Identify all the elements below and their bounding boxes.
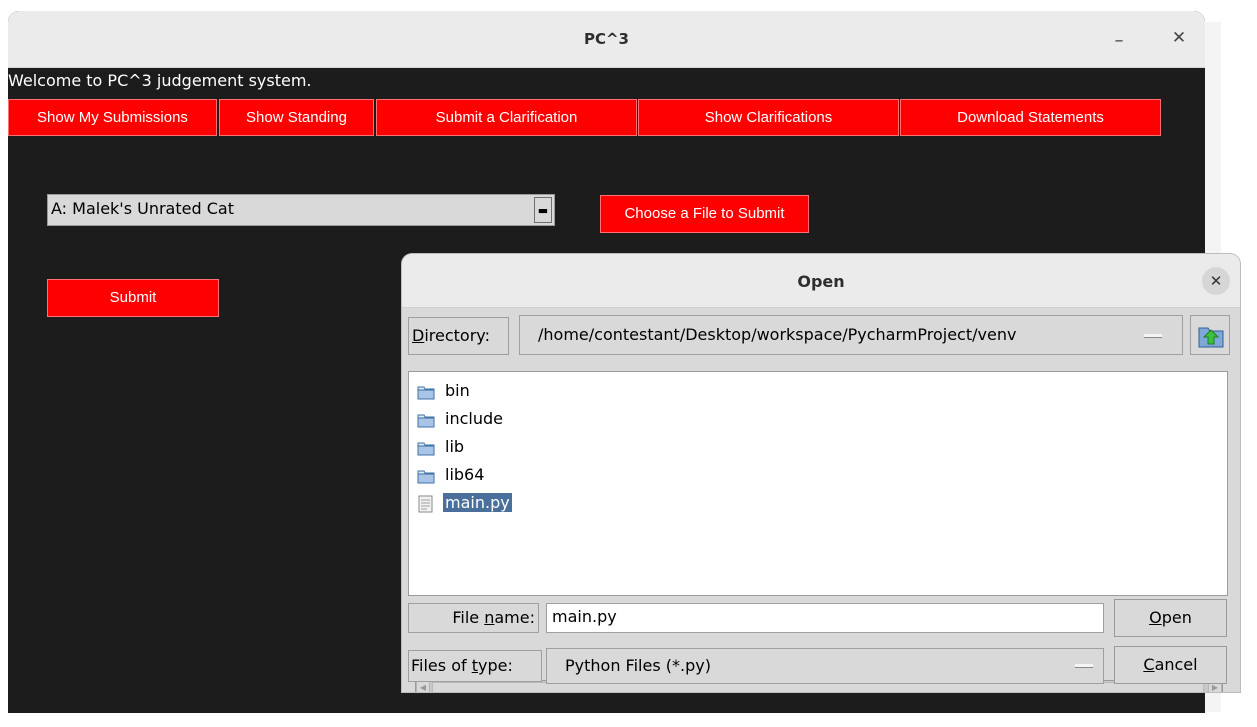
file-name-label: File name:: [408, 603, 539, 633]
files-of-type-label: Files of type:: [408, 650, 542, 682]
minimize-button[interactable]: –: [1108, 27, 1130, 51]
folder-icon: [417, 442, 435, 456]
folder-icon: [417, 414, 435, 428]
file-name: lib: [445, 437, 465, 456]
scroll-left-icon[interactable]: ◀: [416, 681, 430, 692]
folder-icon: [417, 470, 435, 484]
window-title: PC^3: [583, 30, 629, 48]
file-name: include: [445, 409, 503, 428]
cancel-button[interactable]: Cancel: [1114, 646, 1227, 684]
up-directory-button[interactable]: [1190, 315, 1230, 355]
open-file-dialog: Open ✕ Directory: /home/contestant/Deskt…: [402, 254, 1240, 692]
close-button[interactable]: ✕: [1168, 27, 1190, 49]
dropdown-arrow-icon[interactable]: ▬: [534, 197, 552, 223]
directory-select[interactable]: /home/contestant/Desktop/workspace/Pycha…: [519, 315, 1183, 355]
dropdown-indicator-icon: [1075, 664, 1093, 668]
submit-button[interactable]: Submit: [47, 279, 219, 317]
choose-file-button[interactable]: Choose a File to Submit: [600, 195, 809, 233]
directory-label: Directory:: [408, 317, 509, 355]
file-name-input[interactable]: main.py: [546, 603, 1104, 633]
problem-select-value: A: Malek's Unrated Cat: [51, 199, 234, 218]
file-name: bin: [445, 381, 470, 400]
title-bar: PC^3 – ✕: [8, 11, 1205, 68]
file-icon: [418, 495, 433, 513]
directory-value: /home/contestant/Desktop/workspace/Pycha…: [538, 325, 1017, 344]
files-of-type-value: Python Files (*.py): [565, 656, 711, 675]
open-button[interactable]: Open: [1114, 599, 1227, 637]
download-statements-button[interactable]: Download Statements: [900, 99, 1161, 136]
dialog-close-button[interactable]: ✕: [1202, 267, 1230, 295]
folder-up-icon: [1198, 327, 1224, 348]
show-my-submissions-button[interactable]: Show My Submissions: [8, 99, 217, 136]
welcome-text: Welcome to PC^3 judgement system.: [8, 71, 312, 90]
show-clarifications-button[interactable]: Show Clarifications: [638, 99, 899, 136]
problem-select[interactable]: A: Malek's Unrated Cat ▬: [47, 194, 555, 226]
show-standing-button[interactable]: Show Standing: [219, 99, 374, 136]
submit-clarification-button[interactable]: Submit a Clarification: [376, 99, 637, 136]
dialog-title: Open: [797, 272, 845, 291]
files-of-type-select[interactable]: Python Files (*.py): [546, 648, 1104, 684]
file-list[interactable]: bin include lib lib64 main.py ◀ ▶: [408, 371, 1228, 692]
file-name-selected: main.py: [443, 493, 512, 512]
dialog-title-bar: Open ✕: [402, 254, 1240, 308]
folder-icon: [417, 386, 435, 400]
dropdown-indicator-icon: [1144, 334, 1162, 338]
file-name: lib64: [445, 465, 485, 484]
